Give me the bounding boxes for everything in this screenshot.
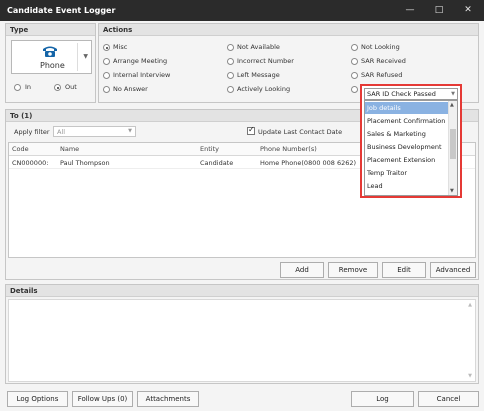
attachments-button[interactable]: Attachments xyxy=(137,391,199,407)
action-actively-looking-radio[interactable] xyxy=(227,86,234,93)
column-phone[interactable]: Phone Number(s) xyxy=(260,143,317,155)
remove-button[interactable]: Remove xyxy=(328,262,378,278)
direction-out-radio[interactable] xyxy=(54,84,61,91)
type-selector[interactable]: Phone ▼ xyxy=(11,40,92,74)
action-incorrect-number-radio[interactable] xyxy=(227,58,234,65)
row-code: CN000000: xyxy=(12,159,49,167)
maximize-icon[interactable]: □ xyxy=(425,3,453,18)
action-actively-looking-label: Actively Looking xyxy=(237,85,291,93)
filter-value: All xyxy=(57,128,66,136)
action-internal-interview-label: Internal Interview xyxy=(113,71,171,79)
action-left-message-label: Left Message xyxy=(237,71,280,79)
phone-icon xyxy=(43,46,57,57)
chevron-down-icon: ▼ xyxy=(451,91,455,97)
action-incorrect-number-label: Incorrect Number xyxy=(237,57,294,65)
row-entity: Candidate xyxy=(200,159,234,167)
action-not-available-radio[interactable] xyxy=(227,44,234,51)
window-title: Candidate Event Logger xyxy=(7,6,116,15)
update-contact-checkbox[interactable]: ✓ xyxy=(247,125,255,135)
action-sar-refused-radio[interactable] xyxy=(351,72,358,79)
checkmark-icon: ✓ xyxy=(248,125,255,134)
action-arrange-meeting-label: Arrange Meeting xyxy=(113,57,168,65)
filter-select[interactable]: All ▼ xyxy=(53,126,136,137)
event-type-list: Job details Placement Confirmation Sales… xyxy=(364,100,458,196)
edit-button[interactable]: Edit xyxy=(382,262,426,278)
scroll-thumb[interactable] xyxy=(450,129,456,159)
column-code[interactable]: Code xyxy=(12,143,29,155)
scroll-up-icon[interactable]: ▲ xyxy=(468,302,472,308)
type-label: Phone xyxy=(40,61,65,70)
direction-in-label: In xyxy=(25,83,32,91)
log-options-button[interactable]: Log Options xyxy=(7,391,68,407)
action-other-radio[interactable] xyxy=(351,86,358,93)
action-sar-received-label: SAR Received xyxy=(361,57,406,65)
list-item[interactable]: Placement Confirmation xyxy=(365,115,449,127)
action-sar-refused-label: SAR Refused xyxy=(361,71,403,79)
action-misc-radio[interactable] xyxy=(103,44,110,51)
event-type-dropdown[interactable]: SAR ID Check Passed ▼ Job details Placem… xyxy=(360,84,462,198)
action-internal-interview-radio[interactable] xyxy=(103,72,110,79)
list-item[interactable]: Placement Extension xyxy=(365,154,449,166)
scroll-down-icon[interactable]: ▼ xyxy=(468,373,472,379)
action-no-answer-label: No Answer xyxy=(113,85,148,93)
action-sar-received-radio[interactable] xyxy=(351,58,358,65)
close-icon[interactable]: ✕ xyxy=(454,3,482,18)
direction-in-radio[interactable] xyxy=(14,84,21,91)
action-no-answer-radio[interactable] xyxy=(103,86,110,93)
list-item[interactable]: Lead xyxy=(365,180,449,192)
details-header: Details xyxy=(6,285,478,297)
advanced-button[interactable]: Advanced xyxy=(430,262,476,278)
details-panel: Details ▲ ▼ xyxy=(5,284,479,384)
update-contact-label: Update Last Contact Date xyxy=(258,128,343,136)
list-item[interactable]: Sales & Marketing xyxy=(365,128,449,140)
candidate-event-logger-window: Candidate Event Logger — □ ✕ Type Phone … xyxy=(0,0,484,411)
list-item[interactable]: Temp Traitor xyxy=(365,167,449,179)
dropdown-scrollbar[interactable]: ▲ ▼ xyxy=(448,101,457,195)
scroll-up-icon[interactable]: ▲ xyxy=(450,102,454,108)
row-phone: Home Phone(0800 008 6262) xyxy=(260,159,357,167)
type-panel: Type Phone ▼ In Out xyxy=(5,23,96,103)
log-button[interactable]: Log xyxy=(351,391,414,407)
minimize-icon[interactable]: — xyxy=(396,3,424,18)
filter-label: Apply filter xyxy=(14,128,50,136)
column-entity[interactable]: Entity xyxy=(200,143,219,155)
action-not-looking-radio[interactable] xyxy=(351,44,358,51)
action-not-available-label: Not Available xyxy=(237,43,280,51)
list-item[interactable]: Business Development xyxy=(365,141,449,153)
scroll-down-icon[interactable]: ▼ xyxy=(450,188,454,194)
title-bar: Candidate Event Logger — □ ✕ xyxy=(0,0,484,21)
type-header: Type xyxy=(6,24,95,36)
chevron-down-icon: ▼ xyxy=(128,128,132,134)
add-button[interactable]: Add xyxy=(280,262,324,278)
row-name: Paul Thompson xyxy=(60,159,110,167)
action-misc-label: Misc xyxy=(113,43,128,51)
column-name[interactable]: Name xyxy=(60,143,79,155)
action-not-looking-label: Not Looking xyxy=(361,43,400,51)
action-left-message-radio[interactable] xyxy=(227,72,234,79)
direction-out-label: Out xyxy=(65,83,77,91)
action-arrange-meeting-radio[interactable] xyxy=(103,58,110,65)
list-item[interactable]: Job details xyxy=(365,102,449,114)
actions-header: Actions xyxy=(99,24,478,36)
follow-ups-button[interactable]: Follow Ups (0) xyxy=(72,391,133,407)
event-type-select[interactable]: SAR ID Check Passed ▼ xyxy=(364,88,458,100)
event-type-selected: SAR ID Check Passed xyxy=(367,90,436,98)
cancel-button[interactable]: Cancel xyxy=(418,391,479,407)
details-textarea[interactable]: ▲ ▼ xyxy=(8,299,476,382)
chevron-down-icon[interactable]: ▼ xyxy=(83,53,88,60)
